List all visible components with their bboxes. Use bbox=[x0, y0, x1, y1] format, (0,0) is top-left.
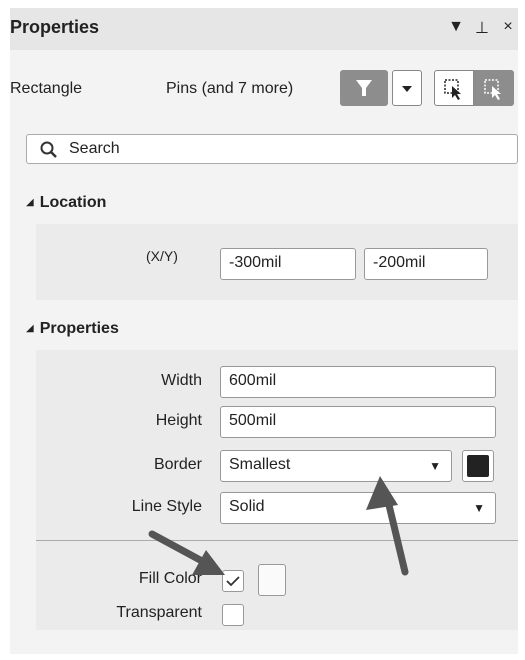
annotation-arrows bbox=[148, 476, 409, 576]
arrow-to-fill-checkbox bbox=[148, 530, 225, 575]
arrow-to-border-select bbox=[366, 476, 409, 576]
